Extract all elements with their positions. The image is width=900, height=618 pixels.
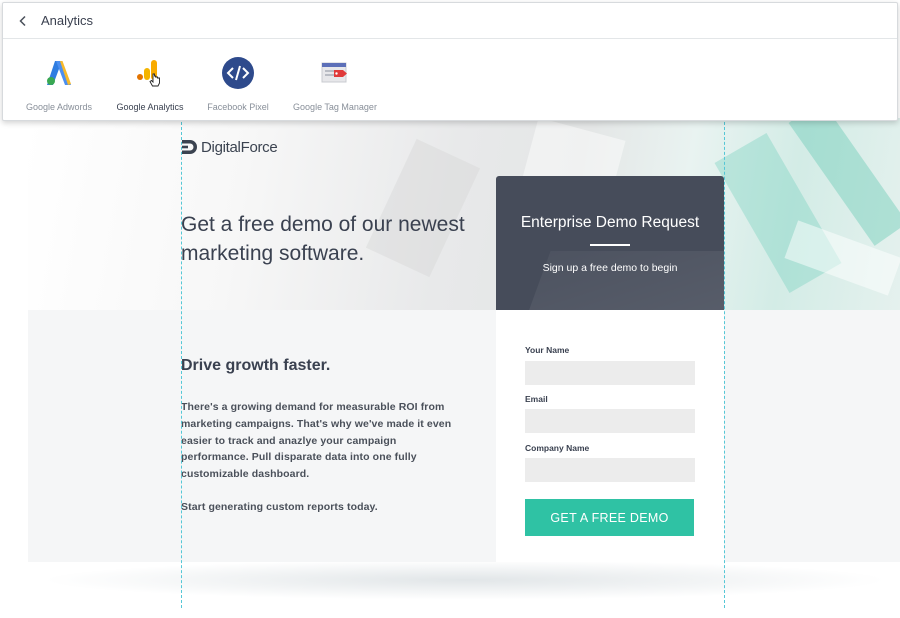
integration-facebook-pixel[interactable]: Facebook Pixel	[206, 39, 270, 121]
logo-text: DigitalForce	[201, 138, 278, 156]
integration-label: Google Adwords	[25, 102, 93, 112]
integration-list: Google Adwords Google Analytics Facebook…	[3, 39, 897, 121]
tag-manager-icon	[321, 56, 349, 90]
company-name-label: Company Name	[525, 443, 590, 453]
section-subheading: Drive growth faster.	[181, 357, 331, 374]
your-name-label: Your Name	[525, 345, 570, 355]
laptop-backdrop	[521, 251, 724, 310]
google-adwords-icon	[46, 56, 72, 90]
panel-title: Analytics	[41, 13, 94, 28]
analytics-panel: Analytics Google Adwords Google Analytic…	[2, 2, 898, 121]
body-paragraph-cta: Start generating custom reports today.	[181, 501, 378, 513]
demo-request-form: Your Name Email Company Name GET A FREE …	[496, 310, 724, 562]
integration-label: Google Tag Manager	[293, 102, 377, 112]
get-free-demo-button[interactable]: GET A FREE DEMO	[525, 499, 694, 536]
integration-google-analytics[interactable]: Google Analytics	[113, 39, 187, 121]
form-title: Enterprise Demo Request	[520, 214, 700, 231]
page-shadow	[40, 560, 890, 600]
chevron-left-icon	[19, 15, 26, 26]
landing-page-preview: DigitalForce Get a free demo of our newe…	[28, 118, 900, 562]
integration-google-adwords[interactable]: Google Adwords	[23, 39, 95, 121]
body-paragraph: There's a growing demand for measurable …	[181, 401, 452, 481]
hero-headline: Get a free demo of our newest marketing …	[181, 213, 465, 265]
email-field[interactable]	[525, 409, 695, 433]
title-divider	[590, 244, 630, 246]
digitalforce-logo-icon	[182, 140, 197, 154]
your-name-field[interactable]	[525, 361, 695, 385]
google-analytics-icon	[136, 56, 164, 90]
email-label: Email	[525, 394, 548, 404]
form-subtitle: Sign up a free demo to begin	[542, 262, 678, 274]
integration-label: Google Analytics	[116, 102, 184, 112]
integration-label: Facebook Pixel	[207, 102, 269, 112]
brand-logo: DigitalForce	[181, 138, 278, 156]
code-icon	[221, 56, 255, 90]
form-header: Enterprise Demo Request Sign up a free d…	[496, 176, 724, 310]
integration-google-tag-manager[interactable]: Google Tag Manager	[291, 39, 379, 121]
alignment-guide-right	[724, 122, 725, 608]
back-button[interactable]	[3, 3, 43, 39]
alignment-guide-left	[181, 122, 182, 608]
panel-header: Analytics	[3, 3, 897, 39]
company-name-field[interactable]	[525, 458, 695, 482]
